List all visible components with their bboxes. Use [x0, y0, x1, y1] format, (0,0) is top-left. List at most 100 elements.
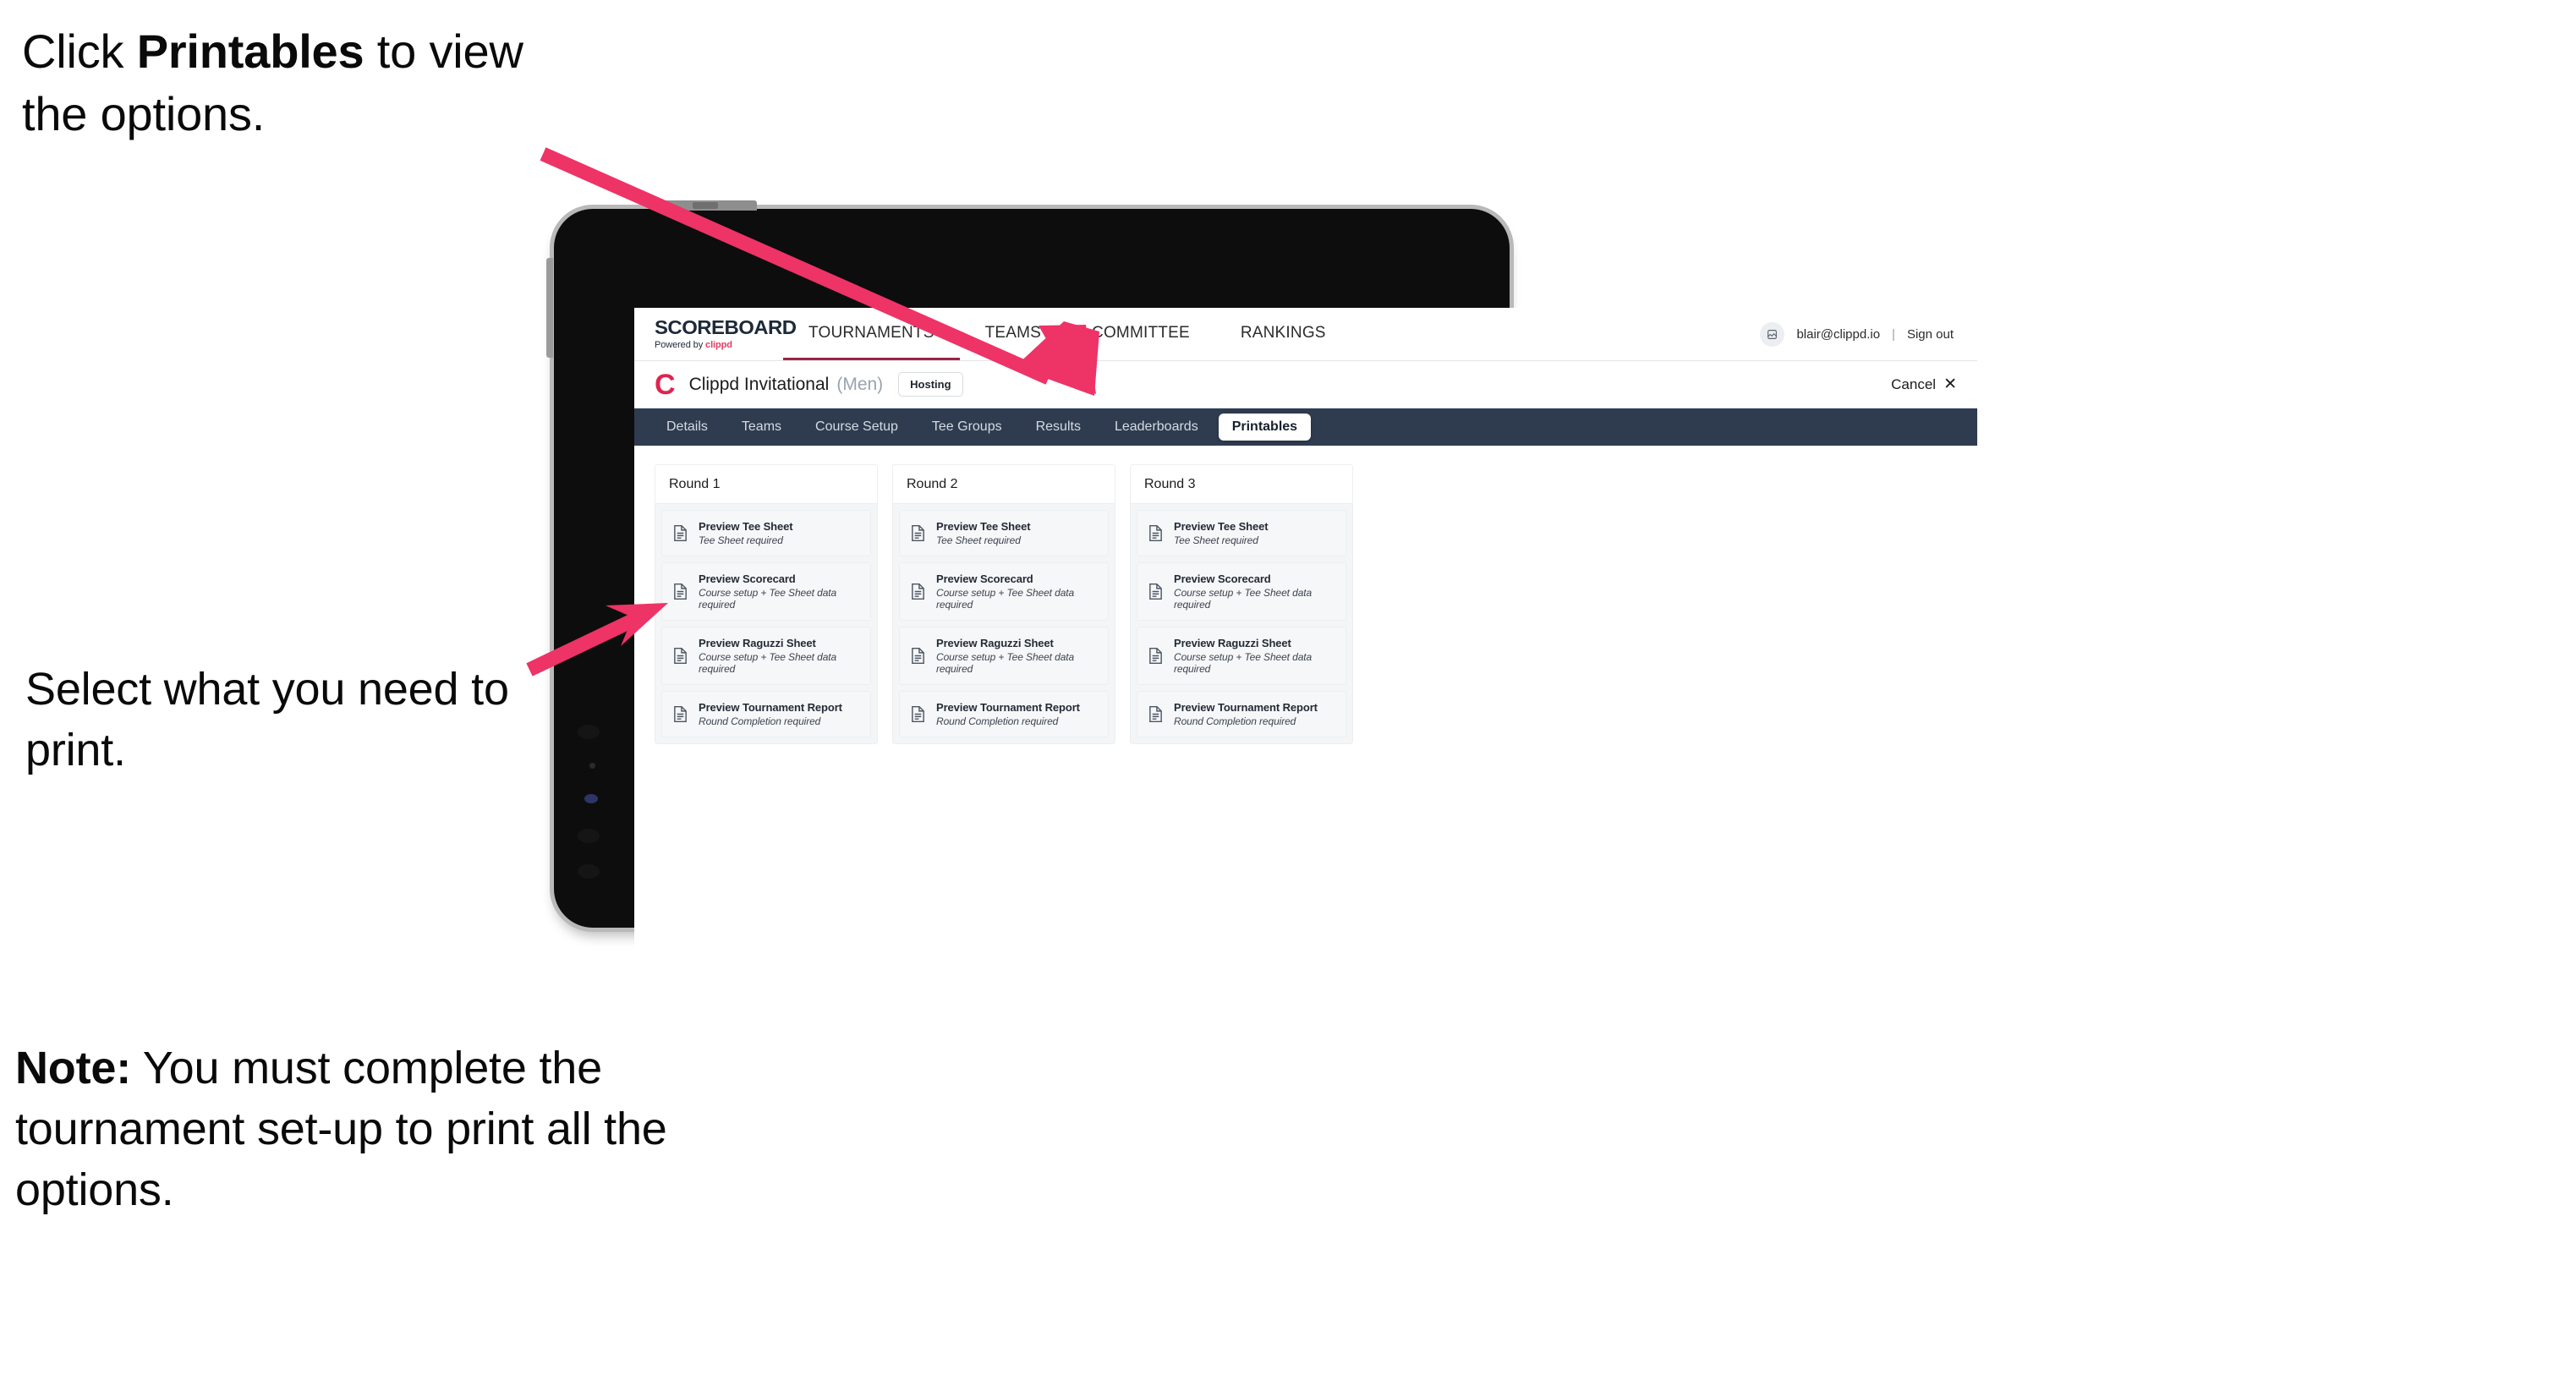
round-title: Round 1: [655, 465, 877, 504]
tab-results[interactable]: Results: [1022, 414, 1094, 441]
tournament-name: Clippd Invitational: [688, 374, 830, 394]
round-title: Round 3: [1131, 465, 1352, 504]
printable-preview-tee-sheet[interactable]: Preview Tee Sheet Tee Sheet required: [661, 510, 871, 556]
bezel-camera-icon: [584, 794, 598, 803]
annotation-click-printables: Click Printables to view the options.: [22, 20, 580, 146]
printable-preview-scorecard[interactable]: Preview Scorecard Course setup + Tee She…: [1137, 562, 1346, 621]
annotation-note: Note: You must complete the tournament s…: [15, 1038, 675, 1220]
printable-requirement: Round Completion required: [936, 715, 1059, 727]
tab-leaderboards[interactable]: Leaderboards: [1101, 414, 1212, 441]
printable-requirement: Tee Sheet required: [936, 534, 1021, 546]
printable-text: Preview Tee Sheet Tee Sheet required: [699, 520, 793, 546]
round-items: Preview Tee Sheet Tee Sheet required Pre…: [1131, 504, 1352, 743]
bezel-speaker-icon: [578, 725, 600, 739]
tablet-top-buttons[interactable]: [664, 200, 757, 211]
printable-requirement: Course setup + Tee Sheet data required: [699, 651, 837, 675]
tournament-tabs: Details Teams Course Setup Tee Groups Re…: [634, 408, 1977, 446]
tablet-device: SCOREBOARD Powered by clippd TOURNAMENTS…: [546, 200, 1977, 1082]
printable-preview-scorecard[interactable]: Preview Scorecard Course setup + Tee She…: [899, 562, 1109, 621]
printable-requirement: Tee Sheet required: [1174, 534, 1258, 546]
nav-item-teams[interactable]: TEAMS: [960, 308, 1066, 360]
account-email: blair@clippd.io: [1796, 326, 1881, 342]
printable-requirement: Course setup + Tee Sheet data required: [699, 587, 837, 611]
tab-details[interactable]: Details: [653, 414, 721, 441]
annotation-select-what-to-print: Select what you need to print.: [25, 664, 509, 775]
printable-requirement: Round Completion required: [699, 715, 821, 727]
tablet-volume-button[interactable]: [546, 258, 553, 358]
round-column-2: Round 2 Preview Tee Sheet Tee Sheet requ…: [892, 464, 1115, 744]
printable-title: Preview Tee Sheet: [699, 520, 793, 533]
scoreboard-logo[interactable]: SCOREBOARD Powered by clippd: [634, 308, 797, 360]
printable-text: Preview Scorecard Course setup + Tee She…: [1174, 572, 1335, 611]
document-icon: [1148, 583, 1164, 600]
printable-requirement: Course setup + Tee Sheet data required: [936, 587, 1075, 611]
tab-course-setup[interactable]: Course Setup: [802, 414, 912, 441]
printable-text: Preview Tee Sheet Tee Sheet required: [936, 520, 1031, 546]
annotation-note-bold: Note:: [15, 1043, 131, 1093]
nav-item-tournaments[interactable]: TOURNAMENTS: [783, 308, 960, 360]
printable-title: Preview Raguzzi Sheet: [1174, 637, 1291, 649]
printable-text: Preview Raguzzi Sheet Course setup + Tee…: [936, 637, 1098, 675]
printable-requirement: Course setup + Tee Sheet data required: [936, 651, 1075, 675]
printable-text: Preview Tournament Report Round Completi…: [1174, 701, 1318, 727]
printable-text: Preview Raguzzi Sheet Course setup + Tee…: [699, 637, 860, 675]
cancel-label: Cancel: [1891, 375, 1937, 392]
printable-preview-raguzzi-sheet[interactable]: Preview Raguzzi Sheet Course setup + Tee…: [1137, 627, 1346, 685]
printable-title: Preview Raguzzi Sheet: [699, 637, 816, 649]
document-icon: [1148, 647, 1164, 665]
printable-requirement: Tee Sheet required: [699, 534, 783, 546]
cancel-button[interactable]: Cancel ✕: [1891, 376, 1957, 393]
printable-title: Preview Tournament Report: [1174, 701, 1318, 714]
primary-nav: TOURNAMENTS TEAMS COMMITTEE RANKINGS: [783, 308, 1351, 360]
printable-requirement: Course setup + Tee Sheet data required: [1174, 587, 1313, 611]
tab-printables[interactable]: Printables: [1218, 414, 1312, 441]
printable-preview-tournament-report[interactable]: Preview Tournament Report Round Completi…: [661, 691, 871, 737]
user-avatar-icon[interactable]: [1760, 321, 1785, 347]
printable-title: Preview Tee Sheet: [936, 520, 1031, 533]
round-title: Round 2: [893, 465, 1115, 504]
round-column-3: Round 3 Preview Tee Sheet Tee Sheet requ…: [1130, 464, 1353, 744]
printable-preview-tournament-report[interactable]: Preview Tournament Report Round Completi…: [899, 691, 1109, 737]
bezel-sensor-icon: [589, 763, 595, 769]
round-items: Preview Tee Sheet Tee Sheet required Pre…: [893, 504, 1115, 743]
printable-preview-raguzzi-sheet[interactable]: Preview Raguzzi Sheet Course setup + Tee…: [899, 627, 1109, 685]
document-icon: [910, 583, 926, 600]
tournament-bar: C Clippd Invitational (Men) Hosting Canc…: [634, 361, 1977, 408]
printable-title: Preview Scorecard: [699, 572, 796, 585]
round-column-1: Round 1 Preview Tee Sheet Tee Sheet requ…: [655, 464, 878, 744]
account-area: blair@clippd.io | Sign out: [1760, 308, 1977, 360]
tab-teams[interactable]: Teams: [728, 414, 795, 441]
document-icon: [1148, 524, 1164, 542]
logo-powered-by: Powered by clippd: [655, 340, 783, 350]
nav-item-rankings[interactable]: RANKINGS: [1215, 308, 1351, 360]
printable-preview-tee-sheet[interactable]: Preview Tee Sheet Tee Sheet required: [1137, 510, 1346, 556]
printables-content: Round 1 Preview Tee Sheet Tee Sheet requ…: [634, 446, 1977, 763]
status-badge: Hosting: [898, 372, 963, 397]
printable-text: Preview Tournament Report Round Completi…: [699, 701, 842, 727]
printable-preview-tournament-report[interactable]: Preview Tournament Report Round Completi…: [1137, 691, 1346, 737]
document-icon: [672, 705, 688, 723]
tournament-gender: (Men): [836, 374, 884, 394]
printable-preview-scorecard[interactable]: Preview Scorecard Course setup + Tee She…: [661, 562, 871, 621]
tablet-screen: SCOREBOARD Powered by clippd TOURNAMENTS…: [634, 308, 1977, 1082]
logo-powered-text: Powered by: [655, 340, 706, 350]
document-icon: [910, 524, 926, 542]
document-icon: [910, 705, 926, 723]
printable-requirement: Round Completion required: [1174, 715, 1296, 727]
tab-tee-groups[interactable]: Tee Groups: [918, 414, 1016, 441]
printable-title: Preview Scorecard: [936, 572, 1033, 585]
printable-preview-tee-sheet[interactable]: Preview Tee Sheet Tee Sheet required: [899, 510, 1109, 556]
document-icon: [1148, 705, 1164, 723]
account-separator: |: [1892, 326, 1895, 342]
close-icon: ✕: [1943, 375, 1957, 393]
annotation-top-bold: Printables: [136, 25, 364, 78]
sign-out-link[interactable]: Sign out: [1907, 327, 1954, 342]
logo-wordmark: SCOREBOARD: [655, 316, 797, 338]
printable-preview-raguzzi-sheet[interactable]: Preview Raguzzi Sheet Course setup + Tee…: [661, 627, 871, 685]
nav-item-committee[interactable]: COMMITTEE: [1066, 308, 1215, 360]
printable-title: Preview Tournament Report: [699, 701, 842, 714]
printable-title: Preview Raguzzi Sheet: [936, 637, 1054, 649]
document-icon: [672, 524, 688, 542]
printable-text: Preview Raguzzi Sheet Course setup + Tee…: [1174, 637, 1335, 675]
logo-brand-clippd: clippd: [705, 340, 732, 350]
